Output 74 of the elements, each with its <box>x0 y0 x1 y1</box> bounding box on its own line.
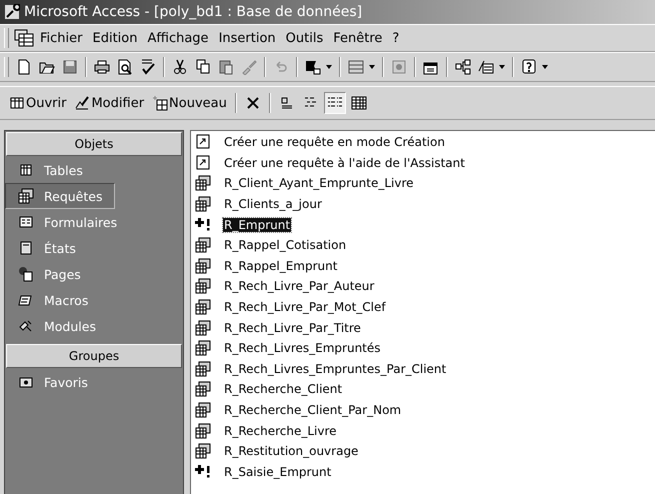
list-item[interactable]: R_Client_Ayant_Emprunte_Livre <box>223 176 415 190</box>
caret-icon[interactable] <box>499 65 505 69</box>
list-item[interactable]: R_Saisie_Emprunt <box>223 464 332 479</box>
query-icon <box>195 381 211 398</box>
list-item[interactable]: R_Emprunt <box>223 218 292 232</box>
object-type-item[interactable]: Macros <box>5 287 102 313</box>
form-icon <box>20 216 32 228</box>
page-icon <box>19 267 32 282</box>
query-icon <box>195 402 211 418</box>
new-table-icon <box>152 95 168 111</box>
query-icon <box>195 360 211 377</box>
folder-icon <box>20 378 32 388</box>
query-icon <box>195 340 211 356</box>
list-item[interactable]: R_Rappel_Cotisation <box>223 238 348 252</box>
menu-item[interactable]: ? <box>388 28 404 48</box>
toolbar-button[interactable]: Nouveau <box>149 92 230 114</box>
list-item[interactable]: R_Recherche_Client_Par_Nom <box>223 403 402 418</box>
section-header[interactable]: Groupes <box>6 344 182 368</box>
object-type-item[interactable]: États <box>5 235 89 261</box>
query-icon <box>195 175 211 192</box>
list-item[interactable]: R_Clients_a_jour <box>223 197 323 212</box>
view-button[interactable] <box>324 92 346 114</box>
list-item[interactable]: Créer une requête en mode Création <box>223 135 446 150</box>
open-table-icon <box>9 95 25 111</box>
list-item[interactable]: R_Rech_Livre_Par_Mot_Clef <box>223 300 387 314</box>
query-icon <box>195 196 211 212</box>
report-icon <box>20 242 32 254</box>
shortcut-icon <box>195 134 211 150</box>
object-type-item[interactable]: Formulaires <box>5 209 130 235</box>
query-icon <box>195 422 211 439</box>
large-icons-icon <box>278 95 295 111</box>
window-title: Microsoft Access - [poly_bd1 : Base de données] <box>24 4 362 20</box>
details-grid-icon <box>350 95 367 111</box>
query-icon <box>195 258 211 274</box>
list-item[interactable]: R_Recherche_Client <box>223 382 344 396</box>
menu-item[interactable]: Fichier <box>36 28 86 48</box>
query-icon <box>195 237 211 254</box>
menu-item[interactable]: Outils <box>282 28 328 48</box>
scroll-icon <box>18 296 32 306</box>
query-icon <box>18 188 34 204</box>
menu-item[interactable]: Insertion <box>214 28 280 48</box>
menu-item[interactable]: Affichage <box>143 28 213 48</box>
query-icon <box>195 443 211 460</box>
menu-item[interactable]: Edition <box>88 28 142 48</box>
object-type-item[interactable]: Pages <box>5 261 94 287</box>
caret-icon[interactable] <box>326 65 332 69</box>
toolbar-button[interactable]: Modifier <box>71 92 148 114</box>
query-icon <box>195 299 211 316</box>
object-type-item[interactable]: Modules <box>5 313 109 339</box>
query-icon <box>195 278 211 294</box>
list-item[interactable]: R_Rech_Livre_Par_Auteur <box>223 279 376 294</box>
list-item[interactable]: R_Rech_Livres_Empruntés <box>223 341 382 356</box>
list-item[interactable]: R_Rech_Livres_Empruntes_Par_Client <box>223 362 448 376</box>
list-item[interactable]: R_Rech_Livre_Par_Titre <box>223 320 362 335</box>
object-type-item[interactable]: Tables <box>5 157 96 183</box>
key-icon <box>4 4 20 20</box>
module-icon <box>20 320 32 332</box>
append-query-icon <box>195 216 211 233</box>
object-type-item[interactable]: Requêtes <box>5 183 116 209</box>
caret-icon[interactable] <box>542 65 548 69</box>
list-item[interactable]: R_Restitution_ouvrage <box>223 444 360 458</box>
shortcut-icon <box>195 154 211 171</box>
section-header[interactable]: Objets <box>6 132 182 156</box>
menu-item[interactable]: Fenêtre <box>329 28 386 48</box>
append-query-icon <box>195 464 211 480</box>
list-item[interactable]: R_Recherche_Livre <box>223 424 338 438</box>
database-window-icon[interactable] <box>14 29 34 47</box>
list-item[interactable]: R_Rappel_Emprunt <box>223 258 338 273</box>
table-icon <box>20 164 32 176</box>
toolbar-button[interactable]: Ouvrir <box>6 92 70 114</box>
caret-icon[interactable] <box>369 65 375 69</box>
object-type-item[interactable]: Favoris <box>5 369 101 395</box>
query-icon <box>195 320 211 336</box>
list-item[interactable]: Créer une requête à l'aide de l'Assistant <box>223 156 466 170</box>
